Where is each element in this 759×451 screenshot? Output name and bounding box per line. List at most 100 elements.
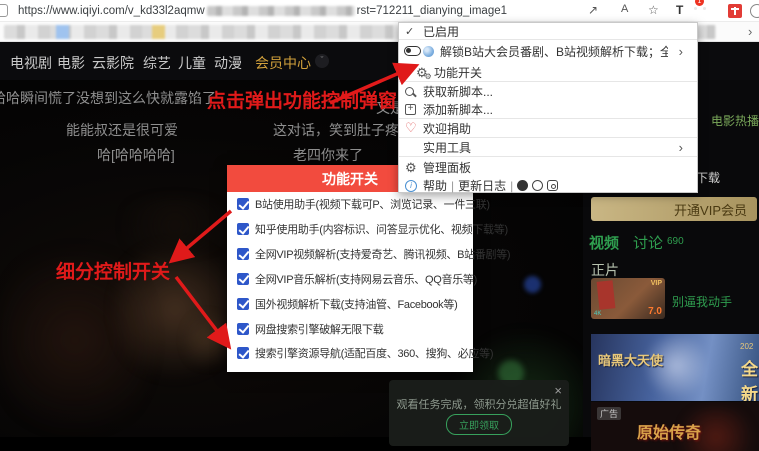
- changelog-link[interactable]: 更新日志: [458, 177, 506, 194]
- annotation-fine-switch: 细分控制开关: [56, 257, 170, 284]
- submenu-chevron-icon: ›: [679, 44, 683, 59]
- bottom-ad[interactable]: 广告 原始传奇: [591, 402, 759, 451]
- banner-title: 暗黑大天使: [598, 350, 663, 369]
- bookmarks-overflow-icon[interactable]: ›: [748, 24, 752, 39]
- option-label: 搜索引擎资源导航(适配百度、360、搜狗、必应等): [255, 345, 493, 361]
- site-info-icon[interactable]: [0, 4, 8, 17]
- nav-item-tv[interactable]: 电视剧: [10, 53, 52, 73]
- option-label: B站使用助手(视频下载可P、浏览记录、一件三联): [255, 196, 490, 212]
- open-vip-button[interactable]: 开通VIP会员: [591, 197, 757, 221]
- scene-hat: [110, 198, 240, 253]
- switch-option-vip-video[interactable]: 全网VIP视频解析(支持爱奇艺、腾讯视频、B站番剧等): [237, 246, 469, 262]
- text-extension-icon[interactable]: T: [676, 3, 683, 17]
- option-label: 全网VIP音乐解析(支持网易云音乐、QQ音乐等): [255, 271, 477, 287]
- option-label: 全网VIP视频解析(支持爱奇艺、腾讯视频、B站番剧等): [255, 246, 510, 262]
- menu-item-label: 管理面板: [423, 159, 471, 176]
- nav-item-kids[interactable]: 儿童: [178, 53, 206, 73]
- instagram-icon[interactable]: [547, 180, 558, 191]
- url-blurred-segment: [207, 6, 355, 16]
- switch-option-foreign-video[interactable]: 国外视频解析下载(支持油管、Facebook等): [237, 296, 469, 312]
- checkbox-checked[interactable]: [237, 323, 249, 335]
- toggle-on-icon[interactable]: [404, 46, 421, 56]
- hot-rank-title[interactable]: 电影热播榜: [711, 112, 759, 129]
- divider: |: [510, 179, 513, 193]
- divider: |: [451, 179, 454, 193]
- gears-icon: ⚙⚙: [416, 66, 428, 79]
- nav-more-chevron-icon[interactable]: ˇ: [315, 54, 329, 68]
- tampermonkey-menu: ✓ 已启用 解锁B站大会员番剧、B站视频解析下载；全网VIP视频免费破... ›…: [398, 22, 698, 193]
- danmaku-line: 这对话，笑到肚子疼: [273, 120, 399, 140]
- menu-item-get-scripts[interactable]: 获取新脚本...: [399, 82, 697, 100]
- quality-badge: 4K: [594, 311, 601, 317]
- tab-video[interactable]: 视频: [589, 232, 619, 253]
- banner-ad[interactable]: 暗黑大天使 202 全新: [591, 334, 759, 401]
- switch-option-netdisk[interactable]: 网盘搜索引擎破解无限下载: [237, 321, 469, 337]
- movie-title[interactable]: 别逼我动手: [672, 293, 732, 310]
- browser-profile-icon[interactable]: [750, 4, 759, 18]
- url-suffix: rst=712211_dianying_image1: [357, 5, 507, 17]
- scene-bokeh-blue-dot: [524, 276, 541, 293]
- menu-item-add-script[interactable]: + 添加新脚本...: [399, 100, 697, 118]
- menu-item-script[interactable]: 解锁B站大会员番剧、B站视频解析下载；全网VIP视频免费破... ›: [399, 40, 697, 62]
- address-url[interactable]: https://www.iqiyi.com/v_kd33l2aqmw rst=7…: [18, 5, 507, 17]
- license-icon[interactable]: [532, 180, 543, 191]
- option-label: 知乎使用助手(内容标识、问答显示优化、视频下载等): [255, 221, 508, 237]
- vip-badge: VIP: [651, 280, 662, 287]
- red-extension-icon[interactable]: [728, 4, 742, 18]
- scene-hand-phone: [185, 305, 230, 375]
- checkbox-checked[interactable]: [237, 298, 249, 310]
- menu-item-label: 功能开关: [434, 64, 482, 81]
- share-icon[interactable]: ↗: [588, 3, 598, 17]
- tab-discuss[interactable]: 讨论: [633, 232, 663, 253]
- function-switch-panel: 功能开关 B站使用助手(视频下载可P、浏览记录、一件三联) 知乎使用助手(内容标…: [227, 165, 473, 372]
- option-label: 网盘搜索引擎破解无限下载: [255, 321, 383, 337]
- checkbox-checked[interactable]: [237, 273, 249, 285]
- switch-option-search-nav[interactable]: 搜索引擎资源导航(适配百度、360、搜狗、必应等): [237, 345, 469, 361]
- danmaku-line: 哈[哈哈哈哈]: [97, 145, 175, 165]
- reward-toast: × 观看任务完成，领积分兑超值好礼 立即领取: [389, 380, 569, 446]
- github-icon[interactable]: [517, 180, 528, 191]
- menu-item-donate[interactable]: ♡ 欢迎捐助: [399, 119, 697, 137]
- nav-item-variety[interactable]: 综艺: [143, 53, 171, 73]
- section-title: 正片: [591, 260, 619, 280]
- discuss-count-badge: 690: [667, 236, 684, 247]
- menu-item-tools[interactable]: 实用工具 ›: [399, 138, 697, 156]
- nav-item-vip-center[interactable]: 会员中心: [255, 53, 311, 73]
- help-link[interactable]: 帮助: [423, 177, 447, 194]
- url-prefix: https://www.iqiyi.com/v_kd33l2aqmw: [18, 5, 205, 17]
- favorites-star-icon[interactable]: ☆: [648, 3, 659, 17]
- movie-thumbnail[interactable]: VIP 7.0 4K: [591, 278, 665, 319]
- check-icon: ✓: [405, 25, 414, 38]
- info-icon: i: [405, 180, 417, 192]
- ad-title: 原始传奇: [637, 419, 701, 443]
- thumbnail-sticker: [597, 280, 616, 310]
- checkbox-checked[interactable]: [237, 223, 249, 235]
- nav-item-cloud[interactable]: 云影院: [92, 53, 134, 73]
- switch-option-list: B站使用助手(视频下载可P、浏览记录、一件三联) 知乎使用助手(内容标识、问答显…: [237, 192, 469, 366]
- menu-item-label: 添加新脚本...: [423, 101, 493, 118]
- submenu-chevron-icon: ›: [679, 140, 683, 155]
- banner-year: 202: [740, 342, 753, 351]
- download-button[interactable]: 下载: [696, 169, 720, 186]
- menu-item-feature-switch[interactable]: ⚙⚙ 功能开关: [399, 63, 697, 81]
- read-aloud-icon[interactable]: A: [621, 3, 628, 15]
- search-icon: [405, 87, 414, 96]
- tampermonkey-badge: 1: [695, 0, 704, 6]
- menu-item-label: 欢迎捐助: [423, 120, 471, 137]
- claim-now-button[interactable]: 立即领取: [446, 414, 512, 435]
- switch-option-vip-music[interactable]: 全网VIP音乐解析(支持网易云音乐、QQ音乐等): [237, 271, 469, 287]
- ad-badge: 广告: [597, 407, 621, 420]
- switch-option-bilibili[interactable]: B站使用助手(视频下载可P、浏览记录、一件三联): [237, 196, 469, 212]
- checkbox-checked[interactable]: [237, 198, 249, 210]
- menu-item-label: 已启用: [423, 23, 459, 40]
- script-title: 解锁B站大会员番剧、B站视频解析下载；全网VIP视频免费破...: [440, 43, 668, 60]
- nav-item-movie[interactable]: 电影: [57, 53, 85, 73]
- heart-icon: ♡: [405, 120, 417, 136]
- checkbox-checked[interactable]: [237, 347, 249, 359]
- checkbox-checked[interactable]: [237, 248, 249, 260]
- switch-option-zhihu[interactable]: 知乎使用助手(内容标识、问答显示优化、视频下载等): [237, 221, 469, 237]
- menu-item-enabled[interactable]: ✓ 已启用: [399, 23, 697, 39]
- browser-url-bar[interactable]: https://www.iqiyi.com/v_kd33l2aqmw rst=7…: [0, 0, 759, 22]
- nav-item-anime[interactable]: 动漫: [214, 53, 242, 73]
- menu-item-dashboard[interactable]: ⚙ 管理面板: [399, 157, 697, 177]
